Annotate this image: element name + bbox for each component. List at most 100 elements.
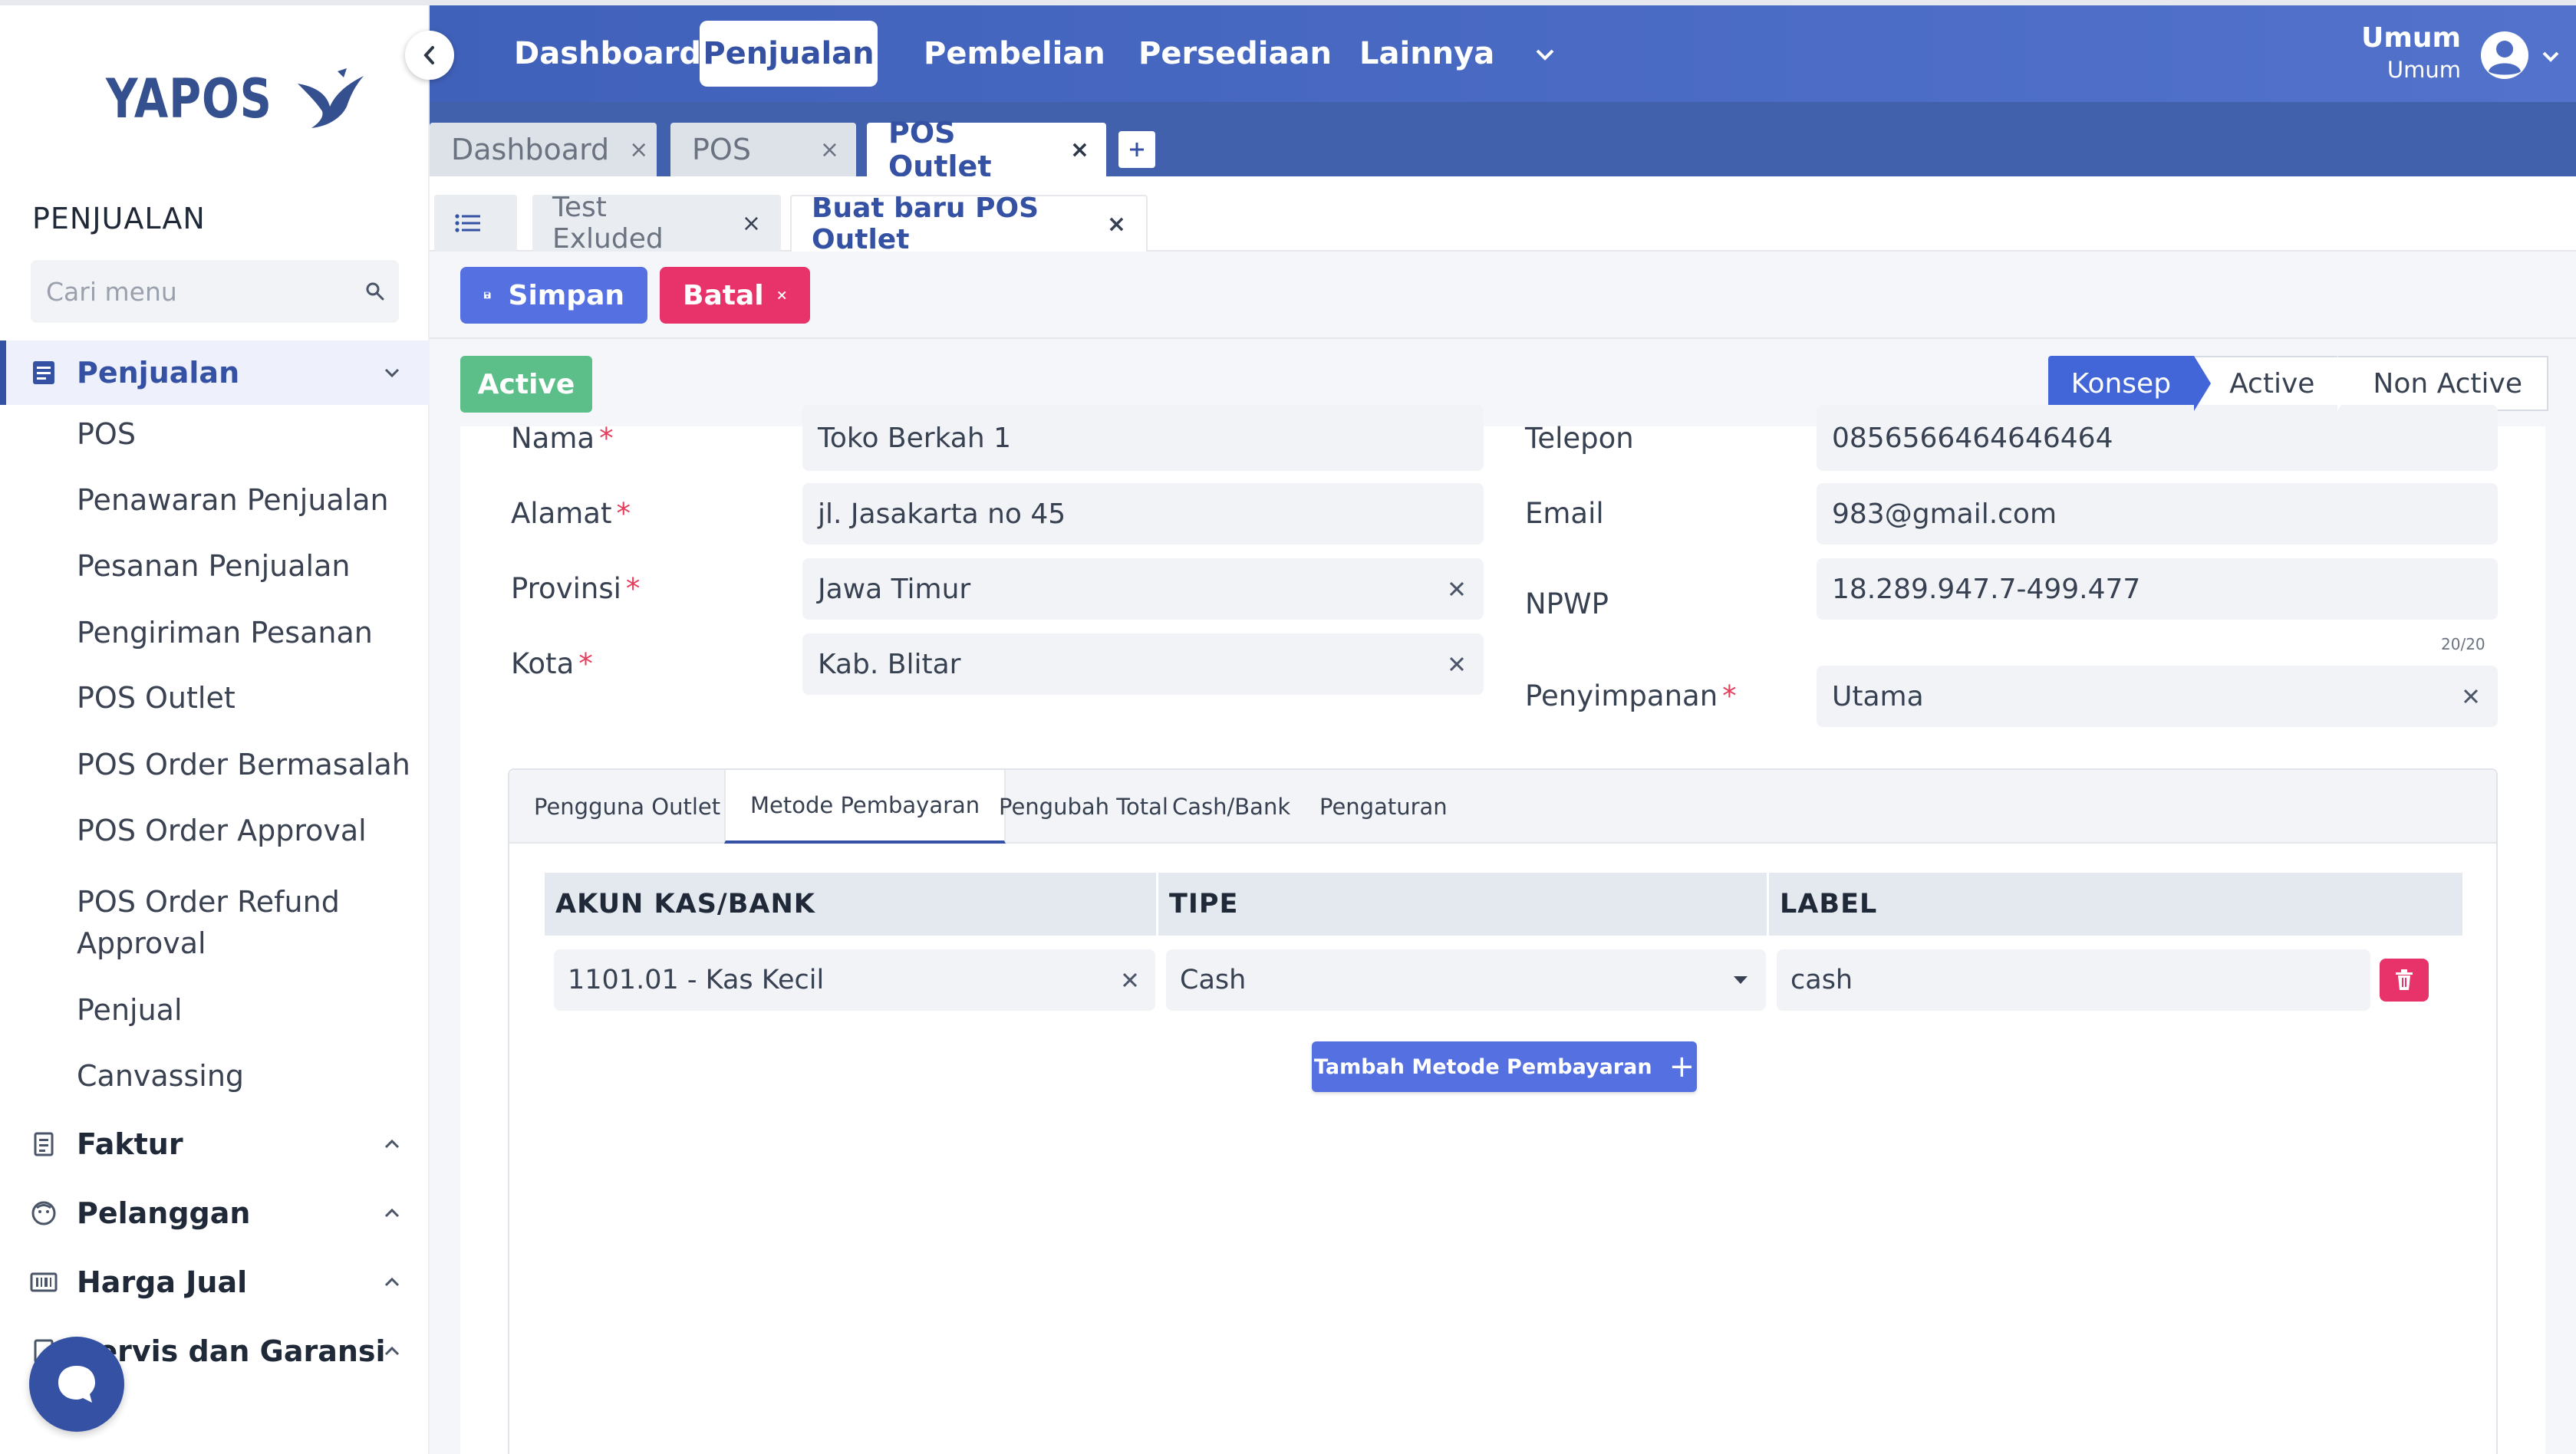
user-name: Umum [2361, 22, 2461, 54]
status-step-active[interactable]: Active [2194, 356, 2355, 411]
tipe-select[interactable]: Cash [1166, 949, 1766, 1011]
sidebar: YAPOS PENJUALAN Penjualan POS Penawaran … [0, 5, 430, 1454]
add-payment-method-label: Tambah Metode Pembayaran [1313, 1054, 1652, 1079]
menu-search[interactable] [31, 260, 399, 323]
penyimpanan-select[interactable]: Utama [1817, 666, 2498, 727]
cancel-button[interactable]: Batal [660, 267, 810, 324]
sidebar-item-pesanan-penjualan[interactable]: Pesanan Penjualan [77, 545, 414, 587]
email-field[interactable]: 983@gmail.com [1817, 483, 2498, 544]
step-label: Active [2229, 367, 2315, 400]
label-value: cash [1790, 965, 1853, 995]
tipe-value: Cash [1180, 965, 1247, 995]
sidebar-group-harga-jual[interactable]: Harga Jual [0, 1250, 430, 1314]
sidebar-item-pos[interactable]: POS [77, 413, 414, 455]
close-icon[interactable]: × [1050, 137, 1089, 163]
brand-logo[interactable]: YAPOS [106, 67, 367, 131]
delete-row-button[interactable] [2380, 959, 2429, 1002]
sidebar-item-pengiriman-pesanan[interactable]: Pengiriman Pesanan [77, 612, 414, 653]
nama-field[interactable]: Toko Berkah 1 [802, 405, 1484, 471]
user-avatar-icon[interactable] [2479, 30, 2530, 81]
menu-search-input[interactable] [46, 276, 365, 307]
provinsi-select[interactable]: Jawa Timur [802, 558, 1484, 620]
nav-dashboard[interactable]: Dashboard [496, 21, 720, 87]
tab-dashboard[interactable]: Dashboard × [430, 123, 657, 176]
list-document-icon [29, 358, 58, 387]
column-akun-kas-bank: AKUN KAS/BANK [545, 873, 1158, 936]
chevron-down-icon[interactable] [380, 361, 404, 384]
npwp-field[interactable]: 18.289.947.7-499.477 [1817, 558, 2498, 620]
sidebar-group-faktur[interactable]: Faktur [0, 1112, 430, 1176]
tab-pengaturan[interactable]: Pengaturan [1295, 770, 1472, 844]
nav-more-chevron[interactable] [1527, 36, 1563, 73]
brand-name: YAPOS [106, 67, 272, 130]
add-payment-method-button[interactable]: Tambah Metode Pembayaran + [1312, 1041, 1697, 1092]
close-icon[interactable]: × [742, 210, 761, 237]
sidebar-item-canvassing[interactable]: Canvassing [77, 1055, 414, 1097]
nav-persediaan[interactable]: Persediaan [1120, 21, 1350, 87]
sidebar-collapse-button[interactable] [405, 31, 454, 80]
search-icon[interactable] [365, 278, 385, 304]
user-info[interactable]: Umum Umum [2361, 22, 2461, 83]
label-input[interactable]: cash [1777, 949, 2370, 1011]
add-tab-button[interactable] [1118, 131, 1155, 168]
close-icon[interactable]: × [609, 137, 648, 163]
window-top-strip [0, 0, 2576, 5]
clear-icon[interactable] [1445, 653, 1468, 676]
user-role: Umum [2387, 57, 2461, 83]
form-action-bar: Simpan Batal [430, 252, 2576, 339]
save-icon [483, 291, 491, 299]
sidebar-item-pos-order-approval[interactable]: POS Order Approval [77, 810, 414, 851]
tab-cash-bank[interactable]: Cash/Bank [1148, 770, 1315, 844]
sidebar-group-penjualan[interactable]: Penjualan [0, 340, 430, 405]
chevron-up-icon[interactable] [380, 1202, 404, 1225]
chevron-down-icon[interactable] [2539, 45, 2562, 68]
nav-pembelian[interactable]: Pembelian [905, 21, 1124, 87]
chat-widget-button[interactable] [29, 1337, 124, 1432]
clear-icon[interactable] [1118, 969, 1141, 992]
sidebar-item-pos-order-bermasalah[interactable]: POS Order Bermasalah [77, 744, 414, 785]
telepon-field[interactable]: 0856566464646464 [1817, 405, 2498, 471]
status-badge: Active [460, 356, 592, 413]
telepon-value: 0856566464646464 [1832, 422, 2113, 454]
caret-down-icon[interactable] [1729, 969, 1752, 992]
nav-lainnya[interactable]: Lainnya [1341, 21, 1513, 87]
sidebar-item-pos-order-refund-approval[interactable]: POS Order Refund Approval [77, 881, 368, 964]
sidebar-group-label: Penjualan [77, 356, 240, 390]
alamat-value: jl. Jasakarta no 45 [818, 498, 1066, 530]
save-button[interactable]: Simpan [460, 267, 647, 324]
nama-value: Toko Berkah 1 [818, 422, 1012, 454]
close-icon[interactable]: × [1107, 211, 1126, 238]
step-arrow [2337, 356, 2355, 411]
tab-metode-pembayaran[interactable]: Metode Pembayaran [724, 770, 1006, 844]
detail-tabs-panel: Pengguna Outlet Metode Pembayaran Pengub… [508, 768, 2498, 1454]
column-tipe: TIPE [1158, 873, 1769, 936]
sidebar-group-pelanggan[interactable]: Pelanggan [0, 1181, 430, 1245]
record-tab-label: Test Exluded [552, 192, 664, 255]
telepon-label: Telepon [1525, 422, 1634, 455]
clear-icon[interactable] [2459, 685, 2482, 708]
invoice-icon [29, 1130, 58, 1159]
provinsi-label: Provinsi * [511, 572, 641, 605]
nav-penjualan[interactable]: Penjualan [700, 21, 878, 87]
close-icon[interactable]: × [800, 137, 839, 163]
save-label: Simpan [508, 279, 624, 311]
chevron-up-icon[interactable] [380, 1271, 404, 1294]
status-step-non-active[interactable]: Non Active [2337, 356, 2548, 411]
status-step-konsep[interactable]: Konsep [2047, 356, 2212, 411]
tab-pos[interactable]: POS × [670, 123, 856, 176]
sidebar-item-pos-outlet[interactable]: POS Outlet [77, 677, 414, 719]
akun-kas-bank-select[interactable]: 1101.01 - Kas Kecil [554, 949, 1155, 1011]
record-tab-buat-baru-pos-outlet[interactable]: Buat baru POS Outlet × [790, 192, 1148, 255]
alamat-field[interactable]: jl. Jasakarta no 45 [802, 483, 1484, 544]
chevron-up-icon[interactable] [380, 1340, 404, 1363]
clear-icon[interactable] [1445, 577, 1468, 600]
record-tab-test-exluded[interactable]: Test Exluded × [532, 192, 781, 255]
tab-pengguna-outlet[interactable]: Pengguna Outlet [509, 770, 745, 844]
chevron-up-icon[interactable] [380, 1133, 404, 1156]
kota-select[interactable]: Kab. Blitar [802, 633, 1484, 695]
sidebar-item-penjual[interactable]: Penjual [77, 989, 414, 1031]
record-tabs-bar: Test Exluded × Buat baru POS Outlet × [430, 176, 2576, 255]
sidebar-item-penawaran-penjualan[interactable]: Penawaran Penjualan [77, 479, 414, 521]
tab-pos-outlet[interactable]: POS Outlet × [867, 116, 1106, 183]
record-list-button[interactable] [434, 195, 517, 252]
